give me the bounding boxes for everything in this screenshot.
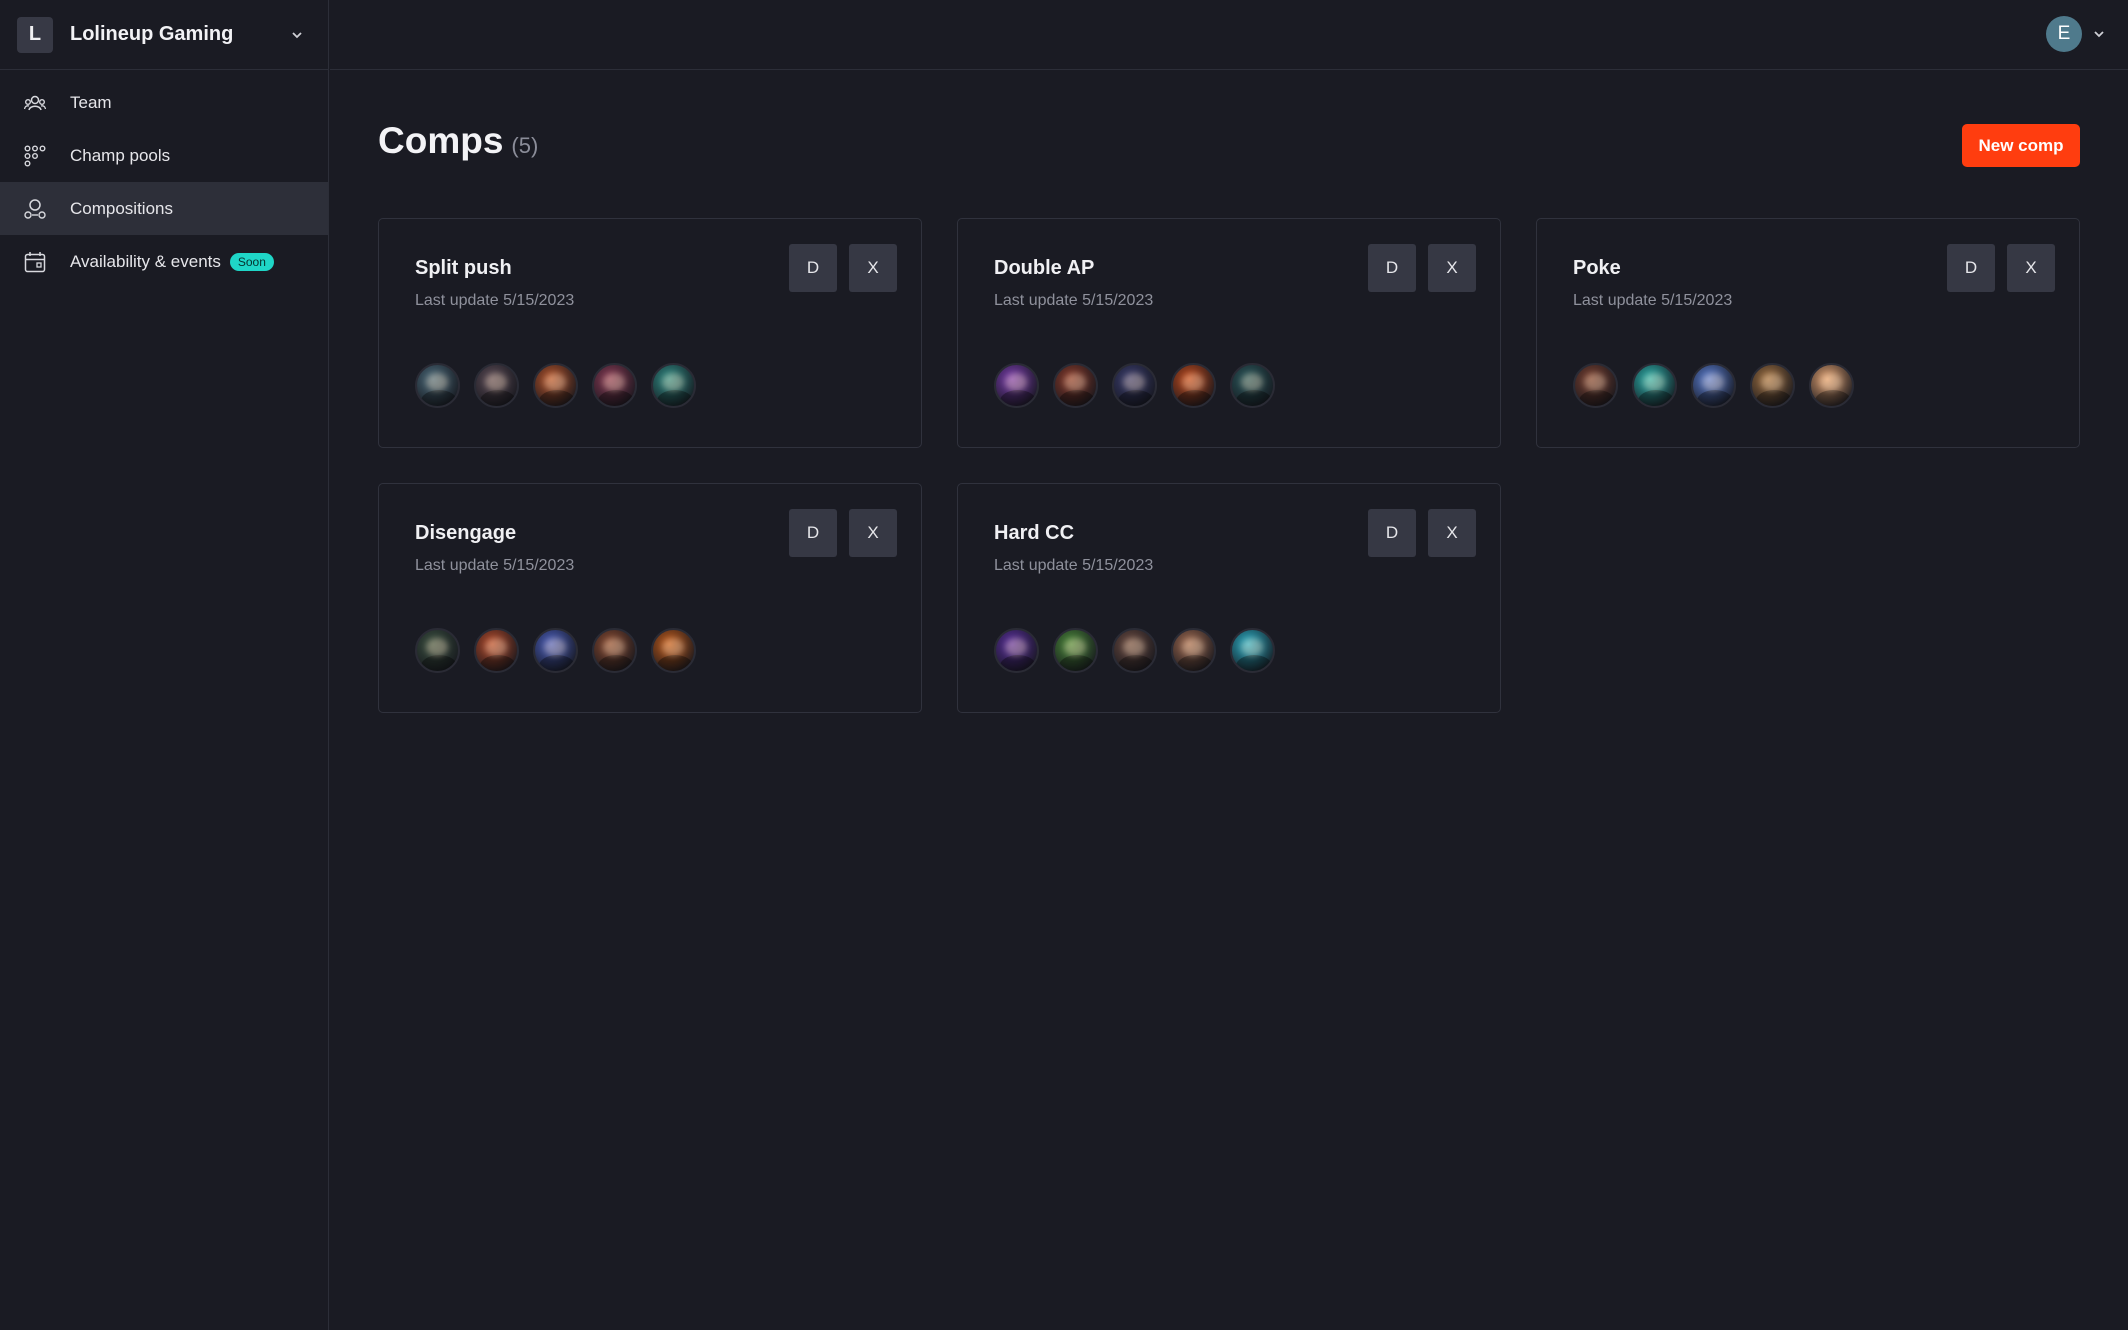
champion-list <box>415 628 696 673</box>
comp-last-update: Last update 5/15/2023 <box>1573 292 1733 309</box>
champion-portrait <box>994 363 1039 408</box>
champion-portrait <box>1230 363 1275 408</box>
comp-card[interactable]: Poke Last update 5/15/2023 D X <box>1536 218 2080 448</box>
champion-portrait <box>415 363 460 408</box>
comp-title: Split push <box>415 257 512 279</box>
sidebar: L Lolineup Gaming Team Champ pools Compo… <box>0 0 329 1330</box>
champion-portrait <box>1112 363 1157 408</box>
new-comp-button[interactable]: New comp <box>1962 124 2080 167</box>
champion-list <box>994 628 1275 673</box>
sidebar-item-champ-pools[interactable]: Champ pools <box>0 129 328 182</box>
duplicate-button[interactable]: D <box>789 509 837 557</box>
top-bar: E <box>330 0 2128 70</box>
comp-title: Hard CC <box>994 522 1075 544</box>
champion-portrait <box>592 628 637 673</box>
champion-portrait <box>1750 363 1795 408</box>
comp-actions: D X <box>1947 244 2055 292</box>
comp-title: Disengage <box>415 522 517 544</box>
page-title: Comps (5) <box>378 120 538 162</box>
champion-portrait <box>994 628 1039 673</box>
comp-count: (5) <box>511 133 539 158</box>
org-switcher[interactable]: L Lolineup Gaming <box>0 0 328 70</box>
champion-portrait <box>1171 628 1216 673</box>
duplicate-button[interactable]: D <box>1947 244 1995 292</box>
delete-button[interactable]: X <box>1428 244 1476 292</box>
sidebar-item-label: Champ pools <box>70 145 171 165</box>
champion-portrait <box>1809 363 1854 408</box>
champion-list <box>415 363 696 408</box>
sidebar-nav: Team Champ pools Compositions Availabili… <box>0 76 328 288</box>
duplicate-button[interactable]: D <box>789 244 837 292</box>
duplicate-button[interactable]: D <box>1368 509 1416 557</box>
org-avatar: L <box>17 16 53 53</box>
soon-badge: Soon <box>229 252 274 271</box>
comp-last-update: Last update 5/15/2023 <box>415 557 575 574</box>
champion-portrait <box>1171 363 1216 408</box>
comp-grid: Split push Last update 5/15/2023 D X Dou… <box>378 218 2080 713</box>
champion-portrait <box>533 628 578 673</box>
org-name: Lolineup Gaming <box>70 23 234 45</box>
team-icon <box>24 95 46 110</box>
champion-portrait <box>1112 628 1157 673</box>
comp-actions: D X <box>789 244 897 292</box>
champion-portrait <box>415 628 460 673</box>
sidebar-item-team[interactable]: Team <box>0 76 328 129</box>
champion-portrait <box>651 628 696 673</box>
user-menu[interactable]: E <box>2046 16 2106 52</box>
champion-portrait <box>1632 363 1677 408</box>
sidebar-item-compositions[interactable]: Compositions <box>0 182 328 235</box>
comp-title: Double AP <box>994 257 1095 279</box>
comp-card[interactable]: Double AP Last update 5/15/2023 D X <box>957 218 1501 448</box>
comp-last-update: Last update 5/15/2023 <box>415 292 575 309</box>
compositions-icon <box>24 198 46 219</box>
champion-portrait <box>1053 628 1098 673</box>
comp-card[interactable]: Disengage Last update 5/15/2023 D X <box>378 483 922 713</box>
delete-button[interactable]: X <box>2007 244 2055 292</box>
page-title-text: Comps <box>378 120 504 161</box>
comp-last-update: Last update 5/15/2023 <box>994 292 1154 309</box>
delete-button[interactable]: X <box>849 244 897 292</box>
chevron-down-icon <box>2094 31 2104 38</box>
comp-last-update: Last update 5/15/2023 <box>994 557 1154 574</box>
champion-portrait <box>651 363 696 408</box>
sidebar-item-label: Availability & events <box>70 251 221 271</box>
champion-portrait <box>474 628 519 673</box>
sidebar-item-availability[interactable]: Availability & events Soon <box>0 235 328 288</box>
avatar: E <box>2046 16 2082 52</box>
sidebar-item-label: Team <box>70 92 112 112</box>
champion-portrait <box>474 363 519 408</box>
champion-portrait <box>533 363 578 408</box>
comp-card[interactable]: Hard CC Last update 5/15/2023 D X <box>957 483 1501 713</box>
comp-card[interactable]: Split push Last update 5/15/2023 D X <box>378 218 922 448</box>
comp-actions: D X <box>1368 244 1476 292</box>
champion-portrait <box>1691 363 1736 408</box>
calendar-icon <box>24 251 46 272</box>
chevron-down-icon <box>292 31 302 38</box>
comp-title: Poke <box>1573 257 1621 279</box>
delete-button[interactable]: X <box>1428 509 1476 557</box>
comp-actions: D X <box>789 509 897 557</box>
champion-list <box>994 363 1275 408</box>
champion-portrait <box>1053 363 1098 408</box>
champion-portrait <box>592 363 637 408</box>
grid-dots-icon <box>24 145 46 167</box>
duplicate-button[interactable]: D <box>1368 244 1416 292</box>
champion-list <box>1573 363 1854 408</box>
delete-button[interactable]: X <box>849 509 897 557</box>
champion-portrait <box>1573 363 1618 408</box>
sidebar-item-label: Compositions <box>70 198 173 218</box>
comp-actions: D X <box>1368 509 1476 557</box>
champion-portrait <box>1230 628 1275 673</box>
